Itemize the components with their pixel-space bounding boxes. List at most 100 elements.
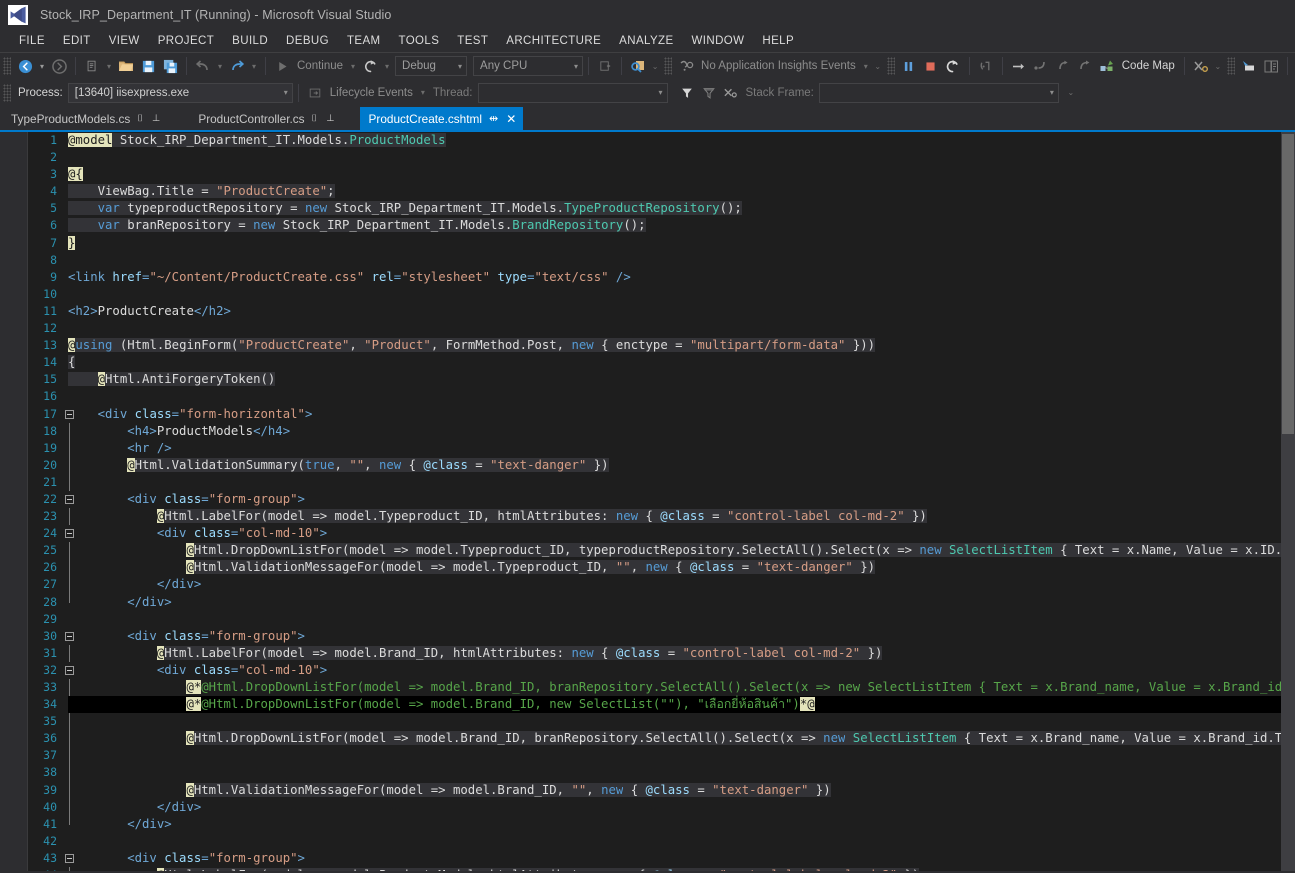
tab-productcontroller-cs[interactable]: ProductController.cs ⌷ ⊥ bbox=[189, 107, 341, 130]
process-select[interactable]: [13640] iisexpress.exe ▾ bbox=[67, 82, 293, 103]
toolbar-grip[interactable] bbox=[664, 57, 673, 75]
code-line[interactable] bbox=[68, 747, 1295, 764]
stop-debugging-icon[interactable] bbox=[920, 55, 942, 77]
code-line[interactable]: @Html.AntiForgeryToken() bbox=[68, 371, 1295, 388]
navigate-back-icon[interactable] bbox=[14, 55, 36, 77]
code-line[interactable]: @Html.LabelFor(model => model.Product_Mo… bbox=[68, 867, 1295, 871]
code-line[interactable]: @Html.DropDownListFor(model => model.Typ… bbox=[68, 542, 1295, 559]
pin-icon[interactable]: ⌷ bbox=[305, 113, 318, 124]
restart-debugging-icon[interactable] bbox=[942, 55, 964, 77]
code-line[interactable]: <div class="form-group"> bbox=[68, 491, 1295, 508]
code-line[interactable]: <hr /> bbox=[68, 440, 1295, 457]
tab-typeproductmodels-cs[interactable]: TypeProductModels.cs ⌷ ⊥ bbox=[2, 107, 167, 130]
toolbar-grip[interactable] bbox=[886, 57, 895, 75]
code-line[interactable]: @Html.ValidationMessageFor(model => mode… bbox=[68, 559, 1295, 576]
stack-frame-select[interactable]: ▾ bbox=[818, 82, 1059, 103]
code-line[interactable]: @{ bbox=[68, 166, 1295, 183]
code-line[interactable]: <div class="col-md-10"> bbox=[68, 525, 1295, 542]
code-line[interactable] bbox=[68, 611, 1295, 628]
menu-window[interactable]: WINDOW bbox=[683, 33, 754, 49]
code-line[interactable]: </div> bbox=[68, 576, 1295, 593]
code-line[interactable]: <div class="form-group"> bbox=[68, 628, 1295, 645]
tab-productcreate-cshtml[interactable]: ProductCreate.cshtml ⇹ ✕ bbox=[359, 107, 524, 130]
code-line[interactable]: @Html.ValidationMessageFor(model => mode… bbox=[68, 782, 1295, 799]
new-item-icon[interactable] bbox=[81, 55, 103, 77]
code-line[interactable] bbox=[68, 286, 1295, 303]
code-editor[interactable]: 1 2 3 4 5 6 7 8 9 10 11 12 13 14 15 16 17 18 19 20 21 22 23 24 2… bbox=[0, 130, 1295, 871]
menu-team[interactable]: TEAM bbox=[338, 33, 390, 49]
code-line[interactable]: } bbox=[68, 235, 1295, 252]
toolbar-grip[interactable] bbox=[1226, 57, 1235, 75]
comment-selection-icon[interactable] bbox=[1238, 55, 1260, 77]
code-line[interactable]: </div> bbox=[68, 816, 1295, 833]
menu-debug[interactable]: DEBUG bbox=[277, 33, 338, 49]
save-icon[interactable] bbox=[137, 55, 159, 77]
dock-icon[interactable]: ⊥ bbox=[143, 113, 160, 124]
code-line[interactable]: { bbox=[68, 354, 1295, 371]
code-line[interactable]: ViewBag.Title = "ProductCreate"; bbox=[68, 183, 1295, 200]
code-line[interactable]: <div class="col-md-10"> bbox=[68, 662, 1295, 679]
show-next-statement-icon[interactable] bbox=[975, 55, 997, 77]
redo-icon[interactable] bbox=[226, 55, 248, 77]
code-line[interactable]: <div class="form-horizontal"> bbox=[68, 406, 1295, 423]
intellitrace-icon[interactable] bbox=[1190, 55, 1212, 77]
code-line[interactable]: @model Stock_IRP_Department_IT.Models.Pr… bbox=[68, 132, 1295, 149]
code-line[interactable]: var branRepository = new Stock_IRP_Depar… bbox=[68, 217, 1295, 234]
solution-platform-select[interactable]: Any CPU ▾ bbox=[473, 56, 584, 76]
code-line[interactable]: @*@Html.DropDownListFor(model => model.B… bbox=[68, 679, 1295, 696]
scrollbar-thumb[interactable] bbox=[1282, 134, 1294, 434]
code-map-label[interactable]: Code Map bbox=[1118, 60, 1179, 72]
undo-dropdown-icon[interactable]: ▾ bbox=[214, 55, 226, 77]
code-text-layer[interactable]: @model Stock_IRP_Department_IT.Models.Pr… bbox=[68, 132, 1295, 871]
code-line[interactable] bbox=[68, 320, 1295, 337]
compare-files-icon[interactable] bbox=[1260, 55, 1282, 77]
code-line[interactable]: <link href="~/Content/ProductCreate.css"… bbox=[68, 269, 1295, 286]
close-icon[interactable]: ✕ bbox=[498, 112, 516, 126]
restart-dropdown-icon[interactable]: ▾ bbox=[381, 55, 393, 77]
find-options-icon[interactable]: ⌄ bbox=[649, 55, 661, 77]
code-line[interactable]: @using (Html.BeginForm("ProductCreate", … bbox=[68, 337, 1295, 354]
toolbar-grip[interactable] bbox=[3, 83, 11, 102]
vertical-scrollbar[interactable] bbox=[1281, 132, 1295, 871]
dock-icon[interactable]: ⊥ bbox=[317, 113, 334, 124]
filter-icon[interactable] bbox=[676, 82, 698, 104]
lifecycle-events-label[interactable]: Lifecycle Events bbox=[326, 87, 417, 99]
toolbar-grip[interactable] bbox=[3, 57, 11, 75]
insights-dropdown-icon[interactable]: ▾ bbox=[860, 55, 872, 77]
break-all-pause-icon[interactable] bbox=[898, 55, 920, 77]
menu-edit[interactable]: EDIT bbox=[54, 33, 100, 49]
breakpoint-gutter[interactable] bbox=[0, 132, 27, 871]
menu-file[interactable]: FILE bbox=[10, 33, 54, 49]
step-over-icon[interactable] bbox=[1008, 55, 1030, 77]
lifecycle-dropdown-icon[interactable]: ▾ bbox=[417, 82, 429, 104]
menu-analyze[interactable]: ANALYZE bbox=[610, 33, 682, 49]
menu-view[interactable]: VIEW bbox=[100, 33, 149, 49]
lifecycle-events-icon[interactable] bbox=[304, 82, 326, 104]
solution-configuration-select[interactable]: Debug ▾ bbox=[395, 56, 468, 76]
step-into-icon[interactable] bbox=[1030, 55, 1052, 77]
code-line[interactable] bbox=[68, 713, 1295, 730]
code-line[interactable]: </div> bbox=[68, 799, 1295, 816]
application-insights-label[interactable]: No Application Insights Events bbox=[697, 60, 860, 72]
application-insights-icon[interactable] bbox=[675, 55, 697, 77]
menu-help[interactable]: HELP bbox=[753, 33, 803, 49]
navigate-forward-icon[interactable] bbox=[48, 55, 70, 77]
menu-architecture[interactable]: ARCHITECTURE bbox=[497, 33, 610, 49]
code-line[interactable] bbox=[68, 833, 1295, 850]
code-line[interactable]: @Html.LabelFor(model => model.Brand_ID, … bbox=[68, 645, 1295, 662]
new-item-dropdown-icon[interactable]: ▾ bbox=[103, 55, 115, 77]
code-line[interactable]: </div> bbox=[68, 594, 1295, 611]
stack-frame-icon[interactable] bbox=[720, 82, 742, 104]
menu-tools[interactable]: TOOLS bbox=[390, 33, 449, 49]
continue-button-label[interactable]: Continue bbox=[293, 60, 347, 72]
code-line[interactable]: <h4>ProductModels</h4> bbox=[68, 423, 1295, 440]
code-line[interactable]: <div class="form-group"> bbox=[68, 850, 1295, 867]
code-line-selected[interactable]: @*@Html.DropDownListFor(model => model.B… bbox=[68, 696, 1295, 714]
insights-overflow-icon[interactable]: ⌄ bbox=[872, 55, 884, 77]
step-out-icon[interactable] bbox=[1052, 55, 1074, 77]
find-in-files-icon[interactable] bbox=[627, 55, 649, 77]
code-line[interactable] bbox=[68, 388, 1295, 405]
code-line[interactable]: <h2>ProductCreate</h2> bbox=[68, 303, 1295, 320]
code-line[interactable]: var typeproductRepository = new Stock_IR… bbox=[68, 200, 1295, 217]
thread-select[interactable]: ▾ bbox=[477, 82, 668, 103]
